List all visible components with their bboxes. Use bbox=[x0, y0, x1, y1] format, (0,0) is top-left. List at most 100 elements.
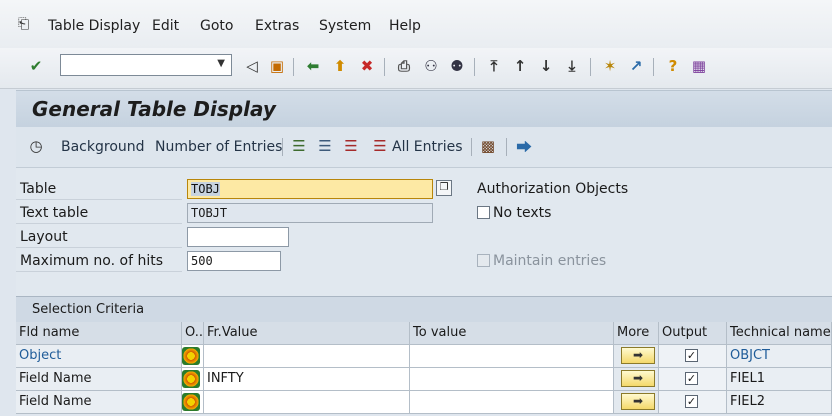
toolbar-separator bbox=[293, 58, 294, 76]
menu-extras[interactable]: Extras bbox=[255, 18, 299, 34]
hierarchy-icon[interactable]: ⮕ bbox=[514, 136, 534, 156]
row-from-value-input[interactable]: INFTY bbox=[204, 368, 410, 391]
maintain-entries-checkbox bbox=[477, 254, 490, 267]
all-entries-button[interactable]: All Entries bbox=[392, 139, 463, 155]
row-option-cell[interactable] bbox=[182, 345, 204, 368]
find-next-icon[interactable]: ⚉ bbox=[447, 56, 467, 76]
layout-label: Layout bbox=[16, 226, 182, 248]
save-icon[interactable]: ▣ bbox=[267, 56, 287, 76]
previous-page-icon[interactable]: ↑ bbox=[510, 56, 530, 76]
table-input[interactable]: TOBJ bbox=[187, 179, 433, 199]
authorization-objects-label: Authorization Objects bbox=[477, 181, 629, 197]
back-triangle-icon[interactable]: ◁ bbox=[242, 56, 262, 76]
shortcut-icon[interactable]: ↗ bbox=[626, 56, 646, 76]
dropdown-arrow-icon[interactable]: ▼ bbox=[217, 58, 225, 69]
toolbar-separator bbox=[590, 58, 591, 76]
first-page-icon[interactable]: ⤒ bbox=[484, 56, 504, 76]
row-to-value-input[interactable] bbox=[410, 368, 614, 391]
menu-table-display[interactable]: Table Display bbox=[48, 18, 140, 34]
table-label: Table bbox=[16, 178, 182, 200]
last-page-icon[interactable]: ⤓ bbox=[562, 56, 582, 76]
output-checkbox[interactable]: ✓ bbox=[685, 372, 698, 385]
selection-criteria-header: Selection Criteria bbox=[16, 296, 832, 324]
table-icon[interactable]: ☰ bbox=[315, 136, 335, 156]
max-hits-label: Maximum no. of hits bbox=[16, 250, 182, 272]
clock-icon[interactable]: ◷ bbox=[26, 136, 46, 156]
back-icon[interactable]: ⬅ bbox=[303, 56, 323, 76]
menu-help[interactable]: Help bbox=[389, 18, 421, 34]
text-table-label: Text table bbox=[16, 202, 182, 224]
selection-option-icon[interactable] bbox=[182, 370, 200, 388]
table-icon[interactable]: ☰ bbox=[341, 136, 361, 156]
find-icon[interactable]: ⚇ bbox=[421, 56, 441, 76]
background-button[interactable]: Background bbox=[61, 139, 145, 155]
toolbar-separator bbox=[506, 138, 507, 156]
command-field[interactable]: ▼ bbox=[60, 54, 232, 76]
copy-icon[interactable]: ❐ bbox=[436, 180, 452, 196]
col-to-value: To value bbox=[410, 322, 614, 345]
col-from-value: Fr.Value bbox=[204, 322, 410, 345]
number-of-entries-button[interactable]: Number of Entries bbox=[155, 139, 282, 155]
no-texts-label: No texts bbox=[493, 205, 552, 221]
toolbar-separator bbox=[384, 58, 385, 76]
row-output-cell: ✓ bbox=[659, 368, 727, 391]
row-option-cell[interactable] bbox=[182, 391, 204, 414]
toolbar-separator bbox=[282, 138, 283, 156]
selection-table-header: Fld name O.. Fr.Value To value More Outp… bbox=[16, 322, 832, 345]
no-texts-checkbox[interactable] bbox=[477, 206, 490, 219]
max-hits-input[interactable]: 500 bbox=[187, 251, 281, 271]
selection-criteria-title: Selection Criteria bbox=[32, 302, 145, 317]
row-output-cell: ✓ bbox=[659, 391, 727, 414]
variant-icon[interactable]: ▩ bbox=[478, 136, 498, 156]
menu-goto[interactable]: Goto bbox=[200, 18, 233, 34]
col-more: More bbox=[614, 322, 659, 345]
menu-system[interactable]: System bbox=[319, 18, 371, 34]
toolbar-separator bbox=[474, 58, 475, 76]
row-fld-name: Field Name bbox=[16, 368, 182, 391]
multiple-selection-arrow-icon[interactable]: ➡ bbox=[621, 393, 655, 410]
selection-option-icon[interactable] bbox=[182, 347, 200, 365]
row-to-value-input[interactable] bbox=[410, 345, 614, 368]
row-output-cell: ✓ bbox=[659, 345, 727, 368]
help-icon[interactable]: ? bbox=[663, 56, 683, 76]
row-option-cell[interactable] bbox=[182, 368, 204, 391]
output-checkbox[interactable]: ✓ bbox=[685, 349, 698, 362]
table-icon[interactable]: ☰ bbox=[289, 136, 309, 156]
next-page-icon[interactable]: ↓ bbox=[536, 56, 556, 76]
col-option: O.. bbox=[182, 322, 204, 345]
row-from-value-input[interactable] bbox=[204, 345, 410, 368]
row-from-value-input[interactable] bbox=[204, 391, 410, 414]
cancel-icon[interactable]: ✖ bbox=[357, 56, 377, 76]
row-fld-name: Field Name bbox=[16, 391, 182, 414]
print-icon[interactable]: ⎙ bbox=[394, 56, 414, 76]
system-menu-icon[interactable]: ⎗ bbox=[18, 16, 36, 32]
application-toolbar: ◷ Background Number of Entries ☰ ☰ ☰ ☰ A… bbox=[16, 127, 832, 168]
row-more-cell: ➡ bbox=[614, 345, 659, 368]
row-to-value-input[interactable] bbox=[410, 391, 614, 414]
multiple-selection-arrow-icon[interactable]: ➡ bbox=[621, 370, 655, 387]
multiple-selection-arrow-icon[interactable]: ➡ bbox=[621, 347, 655, 364]
table-input-value: TOBJ bbox=[191, 182, 220, 196]
menu-edit[interactable]: Edit bbox=[152, 18, 179, 34]
all-entries-icon[interactable]: ☰ bbox=[370, 136, 390, 156]
create-session-icon[interactable]: ✶ bbox=[600, 56, 620, 76]
table-row: Object ➡ ✓ OBJCT bbox=[16, 345, 832, 368]
title-bar: General Table Display bbox=[16, 90, 832, 127]
row-fld-name: Object bbox=[16, 345, 182, 368]
exit-icon[interactable]: ⬆ bbox=[330, 56, 350, 76]
row-more-cell: ➡ bbox=[614, 368, 659, 391]
row-technical-name: FIEL2 bbox=[727, 391, 832, 414]
toolbar-separator bbox=[653, 58, 654, 76]
output-checkbox[interactable]: ✓ bbox=[685, 395, 698, 408]
selection-option-icon[interactable] bbox=[182, 393, 200, 411]
table-row: Field Name ➡ ✓ FIEL2 bbox=[16, 391, 832, 414]
standard-toolbar: ✔ ▼ ◁ ▣ ⬅ ⬆ ✖ ⎙ ⚇ ⚉ ⤒ ↑ ↓ ⤓ ✶ ↗ ? ▦ bbox=[0, 48, 832, 89]
row-technical-name: FIEL1 bbox=[727, 368, 832, 391]
enter-check-icon[interactable]: ✔ bbox=[26, 56, 46, 76]
form-area: Table Text table Layout Maximum no. of h… bbox=[16, 168, 832, 296]
customize-layout-icon[interactable]: ▦ bbox=[689, 56, 709, 76]
table-row: Field Name INFTY ➡ ✓ FIEL1 bbox=[16, 368, 832, 391]
toolbar-separator bbox=[471, 138, 472, 156]
row-technical-name: OBJCT bbox=[727, 345, 832, 368]
layout-input[interactable] bbox=[187, 227, 289, 247]
